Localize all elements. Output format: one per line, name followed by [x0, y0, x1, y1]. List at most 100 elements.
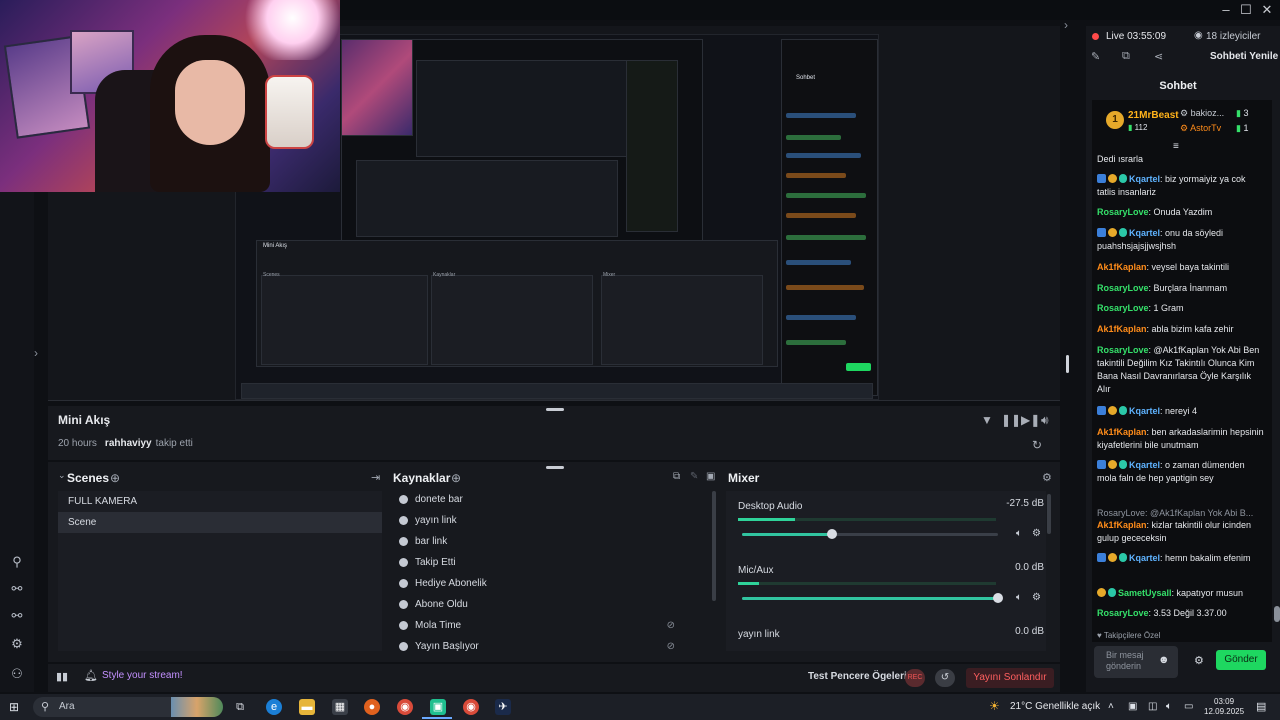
collapse-leaderboard-icon[interactable]: ≡	[1173, 141, 1179, 152]
pause-icon[interactable]: ❚❚	[1001, 413, 1021, 427]
chat-username[interactable]: Kqartel	[1129, 406, 1160, 416]
channel-settings-icon[interactable]: ⚙	[1032, 592, 1041, 603]
battery-icon[interactable]: ▭	[1184, 701, 1193, 712]
top-supporter-name[interactable]: 21MrBeast	[1128, 110, 1179, 121]
speaker-tray-icon[interactable]: 🔈︎	[1166, 701, 1172, 712]
scene-item[interactable]: FULL KAMERA	[58, 491, 382, 512]
windows-start-icon[interactable]: ⊞	[9, 700, 19, 714]
end-stream-button[interactable]: Yayını Sonlandır	[966, 668, 1054, 688]
collapse-icon[interactable]: ⌄	[58, 470, 66, 481]
firefox-icon[interactable]: ●	[364, 699, 380, 715]
source-item[interactable]: Mola Time ⊘	[393, 615, 715, 636]
close-button[interactable]: ✕	[1258, 2, 1276, 18]
filter-icon[interactable]: ▼	[981, 413, 993, 427]
source-item[interactable]: donete bar	[393, 489, 715, 510]
chrome2-icon[interactable]: ◉	[463, 699, 479, 715]
send-button[interactable]: Gönder	[1216, 650, 1266, 670]
chat-username[interactable]: RosaryLove	[1097, 207, 1149, 217]
transition-icon[interactable]: ⇥	[371, 471, 380, 484]
chat-username[interactable]: RosaryLove	[1097, 608, 1149, 618]
volume-slider[interactable]	[742, 529, 998, 539]
chat-username[interactable]: Ak1fKaplan	[1097, 324, 1147, 334]
channel-settings-icon[interactable]: ⚙	[1032, 528, 1041, 539]
edit-icon[interactable]: ✎	[1091, 50, 1100, 63]
source-item[interactable]: Takip Etti	[393, 552, 715, 573]
link3-icon[interactable]: ⚯	[9, 608, 25, 624]
chat-settings-icon[interactable]: ⚙	[1194, 654, 1204, 667]
event-user[interactable]: rahhaviyy	[105, 438, 152, 449]
minimize-button[interactable]: –	[1217, 2, 1235, 17]
source-item[interactable]: yayın link	[393, 510, 715, 531]
chevron-right-icon[interactable]: ›	[34, 346, 38, 360]
user-icon[interactable]: ⚇	[9, 666, 25, 682]
file-explorer-icon[interactable]: ▬	[299, 699, 315, 715]
speaker-icon[interactable]: 🔈︎	[1016, 528, 1022, 539]
settings-icon[interactable]: ⚙	[9, 636, 25, 652]
stats-icon[interactable]: ▮▮	[56, 670, 68, 683]
chat-username[interactable]: SametUysall	[1118, 588, 1172, 598]
refresh-icon[interactable]: ↻	[1032, 438, 1042, 452]
chat-scrollbar[interactable]	[1274, 606, 1280, 622]
app-tray-icon[interactable]: ▣	[1128, 701, 1137, 712]
store-icon[interactable]: ▦	[332, 699, 348, 715]
steam-icon[interactable]: ✈	[495, 699, 511, 715]
source-item[interactable]: bar link	[393, 531, 715, 552]
notification-icon[interactable]: ▤	[1256, 700, 1266, 713]
style-stream-link[interactable]: Style your stream!	[102, 670, 183, 681]
network-icon[interactable]: ◫	[1148, 701, 1157, 712]
chat-username[interactable]: Kqartel	[1129, 228, 1160, 238]
chat-username[interactable]: RosaryLove	[1097, 283, 1149, 293]
chevron-right-icon[interactable]: ›	[1064, 18, 1068, 32]
copy-icon[interactable]: ⧉	[673, 471, 680, 482]
mixer-scrollbar[interactable]	[1047, 494, 1051, 534]
bell-icon[interactable]: 🔔︎	[84, 669, 98, 682]
scene-item-selected[interactable]: Scene	[58, 512, 382, 533]
emoji-icon[interactable]: ☻	[1158, 654, 1170, 666]
tray-chevron-icon[interactable]: ˄	[1108, 701, 1114, 712]
taskbar-search[interactable]: ⚲ Ara	[33, 697, 223, 717]
edit-icon[interactable]: ✎	[690, 471, 698, 482]
sources-scrollbar[interactable]	[712, 491, 716, 601]
resize-handle[interactable]	[546, 466, 564, 469]
volume-icon[interactable]: 🔊︎	[1041, 413, 1049, 428]
replay-button[interactable]: ↺	[935, 669, 955, 687]
second-supporter-name[interactable]: ⚙ bakioz...	[1180, 108, 1224, 119]
add-scene-icon[interactable]: ⊕	[110, 471, 120, 485]
source-item[interactable]: Hediye Abonelik	[393, 573, 715, 594]
chat-username[interactable]: Ak1fKaplan	[1097, 427, 1147, 437]
share-icon[interactable]: ⋖	[1154, 50, 1163, 63]
popout-icon[interactable]: ⧉	[1122, 50, 1130, 63]
chat-username[interactable]: RosaryLove	[1097, 345, 1149, 355]
edge-icon[interactable]: e	[266, 699, 282, 715]
skip-icon[interactable]: ▶❚	[1021, 413, 1040, 427]
maximize-button[interactable]: ☐	[1237, 2, 1255, 18]
test-widgets-label[interactable]: Test Pencere Ögeleri	[808, 671, 907, 682]
task-view-icon[interactable]: ⧉	[232, 699, 248, 715]
streamlabs-icon[interactable]: ▣	[430, 699, 446, 715]
refresh-chat-button[interactable]: Sohbeti Yenile	[1210, 51, 1278, 62]
chat-username[interactable]: RosaryLove	[1097, 303, 1149, 313]
volume-slider[interactable]	[742, 593, 1003, 603]
volume-slider-knob[interactable]	[993, 593, 1003, 603]
chat-username[interactable]: Kqartel	[1129, 174, 1160, 184]
hidden-eye-icon[interactable]: ⊘	[667, 615, 675, 636]
add-source-icon[interactable]: ⊕	[451, 471, 461, 485]
scrollbar[interactable]	[1066, 355, 1069, 373]
chat-username[interactable]: Ak1fKaplan	[1097, 520, 1147, 530]
link2-icon[interactable]: ⚯	[9, 581, 25, 597]
chat-username[interactable]: Kqartel	[1129, 460, 1160, 470]
weather-icon[interactable]: ☀	[989, 699, 1000, 713]
weather-text[interactable]: 21°C Genellikle açık	[1010, 701, 1100, 712]
mixer-settings-icon[interactable]: ⚙	[1042, 471, 1052, 484]
taskbar-clock[interactable]: 03:09 12.09.2025	[1204, 697, 1244, 717]
speaker-icon[interactable]: 🔈︎	[1016, 592, 1022, 603]
hidden-eye-icon[interactable]: ⊘	[667, 636, 675, 651]
folder-icon[interactable]: ▣	[706, 471, 715, 482]
third-supporter-name[interactable]: ⚙ AstorTv	[1180, 123, 1221, 134]
chat-username[interactable]: Ak1fKaplan	[1097, 262, 1147, 272]
record-button[interactable]: REC	[905, 669, 925, 687]
resize-handle[interactable]	[546, 408, 564, 411]
source-item[interactable]: Yayın Başlıyor ⊘	[393, 636, 715, 651]
chrome-icon[interactable]: ◉	[397, 699, 413, 715]
volume-slider-knob[interactable]	[826, 529, 837, 539]
